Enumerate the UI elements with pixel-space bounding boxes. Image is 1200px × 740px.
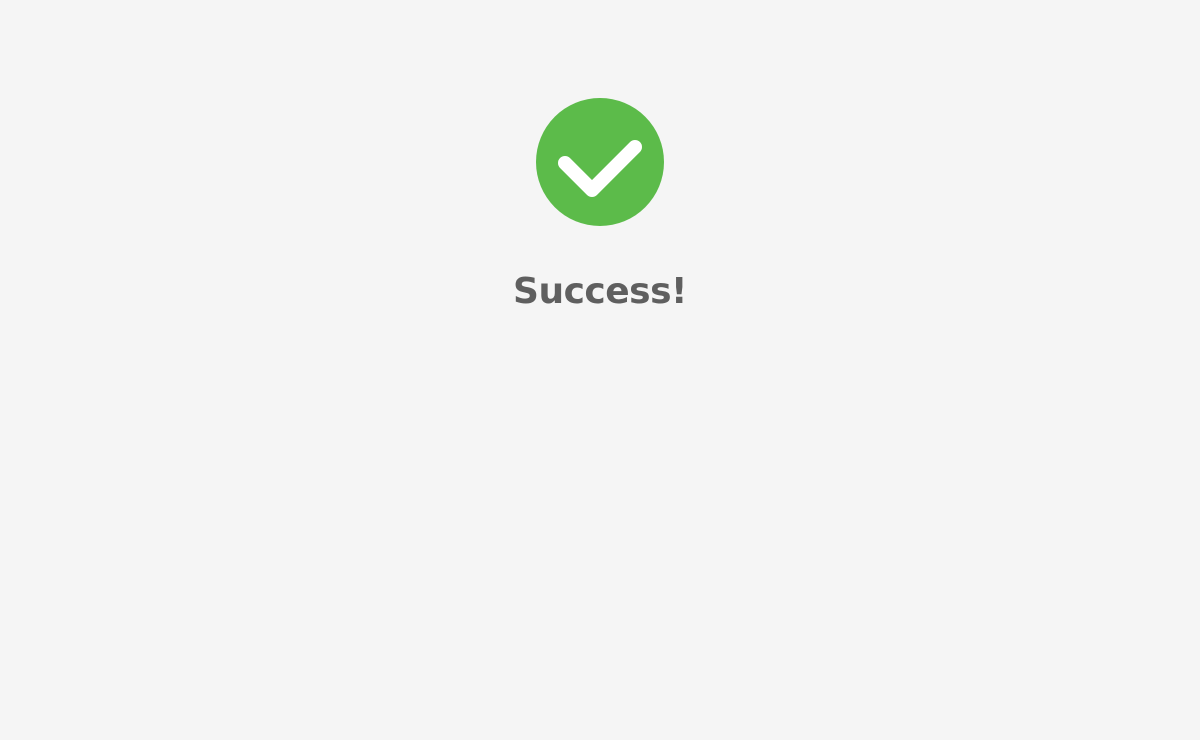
success-title: Success! <box>513 271 687 312</box>
success-page: Success! <box>0 0 1200 740</box>
success-message: Success! <box>0 98 1200 314</box>
checkmark-circle-icon <box>536 98 664 226</box>
checkmark-icon <box>558 140 642 197</box>
